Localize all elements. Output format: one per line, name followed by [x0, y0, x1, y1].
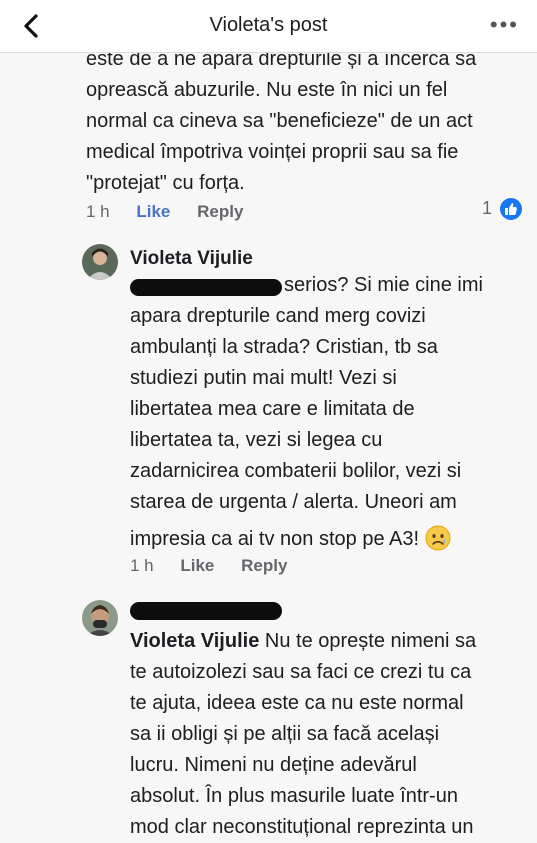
comment-line: lucru. Nimeni nu deține adevărul: [130, 754, 417, 776]
avatar[interactable]: [82, 600, 118, 636]
comment-body: serios? Si mie cine imi apara drepturile…: [130, 270, 520, 555]
comment-line: oprească abuzurile. Nu este în nici un f…: [86, 79, 448, 101]
thumbs-up-icon: [500, 198, 523, 221]
comment-time: 1 h: [86, 202, 110, 221]
avatar-image: [82, 600, 118, 636]
comment-body: este de a ne apara drepturile și a încer…: [86, 44, 526, 199]
comment-line: starea de urgenta / alerta. Uneori am: [130, 491, 457, 513]
like-button[interactable]: Like: [136, 202, 170, 221]
comment-line: normal ca cineva sa "beneficieze" de un …: [86, 110, 473, 132]
comment-line: apara drepturile cand merg covizi: [130, 305, 426, 327]
comment-time: 1 h: [130, 556, 154, 575]
sad-face-emoji: [425, 525, 451, 551]
page-title: Violeta's post: [209, 14, 328, 36]
redacted-author-name: [130, 602, 282, 620]
comment-line: serios? Si mie cine imi: [284, 274, 483, 296]
comment-line: absolut. În plus masurile luate într-un: [130, 785, 458, 807]
comment-line-last: impresia ca ai tv non stop pe A3!: [130, 524, 520, 555]
comment-line: sa ii obligi și pe alții sa facă același: [130, 723, 440, 745]
comment-actions: 1 h Like Reply: [130, 556, 309, 576]
comment-line: ambulanți la strada? Cristian, tb sa: [130, 336, 438, 358]
reply-button[interactable]: Reply: [241, 556, 287, 575]
top-bar: Violeta's post •••: [0, 0, 537, 53]
mention-link[interactable]: Violeta Vijulie: [130, 630, 259, 652]
comment-actions: 1 h Like Reply: [86, 202, 265, 222]
comment-body: Violeta Vijulie Nu te oprește nimeni sa …: [130, 626, 525, 843]
comment-line: "protejat" cu forța.: [86, 172, 245, 194]
comment-line: mod clar neconstituțional reprezinta un: [130, 816, 474, 838]
comment-line: medical împotriva voinței proprii sau sa…: [86, 141, 459, 163]
comment-line: te autoizolezi sau sa faci ce crezi tu c…: [130, 661, 472, 683]
reply-button[interactable]: Reply: [197, 202, 243, 221]
avatar[interactable]: [82, 244, 118, 280]
reaction-count: 1: [482, 198, 493, 218]
comment-line: studiezi putin mai mult! Vezi si: [130, 367, 397, 389]
comment-line: te ajuta, ideea este ca nu este normal: [130, 692, 464, 714]
comment-text: Nu te oprește nimeni sa: [264, 630, 477, 652]
comment-line: Violeta Vijulie Nu te oprește nimeni sa: [130, 626, 525, 657]
comment-line: impresia ca ai tv non stop pe A3!: [130, 528, 420, 550]
more-dots-icon[interactable]: •••: [490, 12, 519, 38]
comment-line: libertatea ta, vezi si legea cu: [130, 429, 383, 451]
like-button[interactable]: Like: [180, 556, 214, 575]
comment-line: libertatea mea care e limitata de: [130, 398, 415, 420]
avatar-image: [82, 244, 118, 280]
reaction-summary[interactable]: 1: [482, 198, 523, 221]
comment-line: zadarnicirea combaterii bolilor, vezi si: [130, 460, 462, 482]
comment-author[interactable]: Violeta Vijulie: [130, 248, 253, 270]
